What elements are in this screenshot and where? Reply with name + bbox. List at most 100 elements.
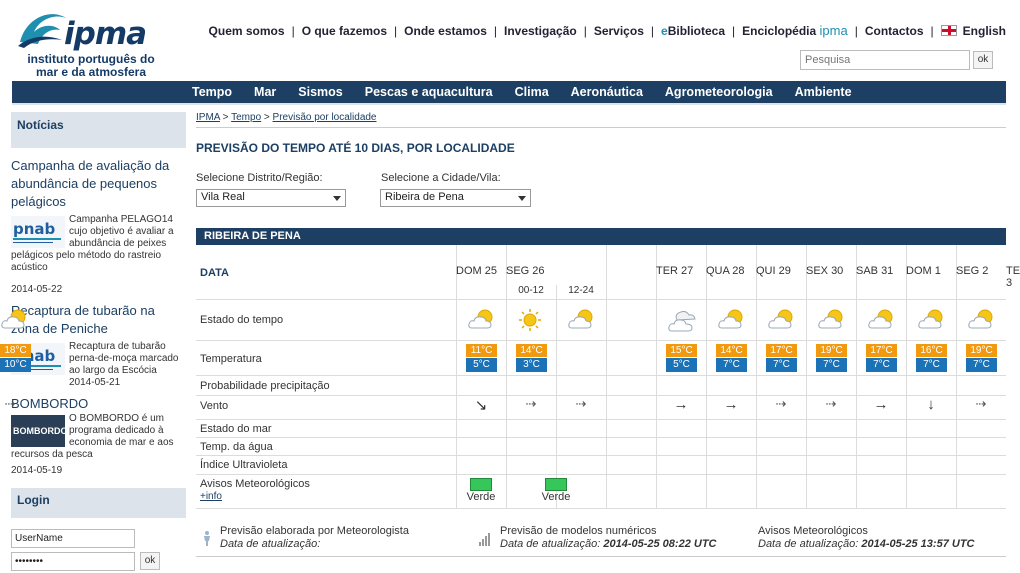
meteorologist-note-title: Previsão elaborada por Meteorologista — [220, 525, 409, 537]
warnings-date-label: Data de atualização: — [758, 538, 859, 550]
topnav-quem-somos[interactable]: Quem somos — [209, 24, 285, 38]
uk-flag-icon[interactable] — [940, 25, 957, 36]
wave-logo-icon — [18, 14, 66, 48]
temp-max: 19°C — [816, 344, 847, 358]
partly-cloudy-icon — [817, 308, 847, 335]
separator: | — [930, 23, 934, 38]
top-navigation: Quem somos | O que fazemos | Onde estamos |… — [209, 23, 1006, 38]
mainnav-mar[interactable]: Mar — [254, 81, 276, 103]
topnav-o-que-fazemos[interactable]: O que fazemos — [302, 24, 387, 38]
login-button[interactable]: ok — [140, 552, 160, 570]
day-header: QUI 29 — [756, 265, 791, 277]
temperature-cell: 15°C 5°C — [666, 344, 697, 372]
ipma-logo[interactable]: ipma instituto português do mar e da atm… — [16, 4, 176, 80]
breadcrumb-ipma[interactable]: IPMA — [196, 112, 220, 123]
day-header: SEG 26 — [506, 265, 545, 277]
mainnav-sismos[interactable]: Sismos — [298, 81, 342, 103]
warnings-date-value: 2014-05-25 13:57 UTC — [861, 538, 975, 550]
temp-min: 5°C — [466, 358, 497, 372]
mainnav-agrometeorologia[interactable]: Agrometeorologia — [665, 81, 773, 103]
news-heading: Notícias — [11, 112, 186, 148]
separator: | — [291, 23, 295, 38]
enciclopedia-brand: ipma — [819, 23, 848, 38]
news-title[interactable]: Campanha de avaliação da abundância de p… — [11, 157, 186, 211]
breadcrumb: IPMA > Tempo > Previsão por localidade — [196, 112, 377, 123]
temp-min: 10°C — [0, 358, 31, 372]
partly-cloudy-icon — [867, 308, 897, 335]
temp-max: 16°C — [916, 344, 947, 358]
partly-cloudy-icon — [567, 308, 597, 335]
topnav-enciclopedia[interactable]: Enciclopédia ipma — [742, 23, 848, 38]
cloudy-icon — [667, 308, 699, 337]
divider — [196, 556, 1006, 557]
password-input[interactable] — [11, 552, 135, 571]
wind-arrow-icon: ⇢ — [575, 396, 587, 411]
day-header: SAB 31 — [856, 265, 894, 277]
temp-max: 11°C — [466, 344, 497, 358]
breadcrumb-previsao[interactable]: Previsão por localidade — [273, 112, 377, 123]
wind-arrow-icon: ↓ — [927, 396, 935, 413]
chevron-down-icon — [333, 196, 341, 201]
city-select[interactable]: Ribeira de Pena — [380, 189, 531, 207]
topnav-english[interactable]: English — [963, 24, 1006, 38]
topnav-investigacao[interactable]: Investigação — [504, 24, 577, 38]
mainnav-pescas[interactable]: Pescas e aquacultura — [365, 81, 493, 103]
mainnav-clima[interactable]: Clima — [515, 81, 549, 103]
temp-max: 17°C — [766, 344, 797, 358]
temperature-cell: 18°C 10°C — [0, 344, 31, 372]
temperature-cell: 17°C 7°C — [866, 344, 897, 372]
temp-min: 7°C — [716, 358, 747, 372]
logo-wordmark: ipma — [64, 16, 147, 52]
meteorologist-note: Previsão elaborada por Meteorologista Da… — [220, 525, 409, 551]
mainnav-ambiente[interactable]: Ambiente — [795, 81, 852, 103]
topnav-onde-estamos[interactable]: Onde estamos — [404, 24, 487, 38]
warnings-note-title: Avisos Meteorológicos — [758, 525, 868, 537]
separator: | — [583, 23, 587, 38]
forecast-location-header: RIBEIRA DE PENA — [196, 228, 1006, 245]
wind-arrow-icon: ↘ — [474, 397, 488, 414]
temp-max: 17°C — [866, 344, 897, 358]
district-select-value: Vila Real — [201, 191, 245, 203]
chevron-down-icon — [518, 196, 526, 201]
wind-arrow-icon: ⇢ — [975, 396, 987, 411]
username-input[interactable] — [11, 529, 135, 548]
temp-max: 14°C — [716, 344, 747, 358]
pnab-logo-image: pnab — [11, 216, 65, 248]
wind-arrow-icon: → — [873, 396, 889, 413]
day-header: TER 27 — [656, 265, 694, 277]
city-label: Selecione a Cidade/Vila: — [381, 172, 501, 184]
temperature-cell: 11°C 5°C — [466, 344, 497, 372]
mainnav-aeronautica[interactable]: Aeronáutica — [571, 81, 643, 103]
separator: | — [493, 23, 497, 38]
temp-max: 19°C — [966, 344, 997, 358]
temp-max: 15°C — [666, 344, 697, 358]
topnav-ebiblioteca[interactable]: eBiblioteca — [661, 24, 725, 38]
wind-arrow-icon: ⇢ — [825, 396, 837, 411]
warning-level-indicator — [545, 478, 567, 491]
separator: | — [854, 23, 858, 38]
models-date-label: Data de atualização: — [500, 538, 601, 550]
warning-level-label: Verde — [541, 491, 571, 503]
day-header: SEX 30 — [806, 265, 844, 277]
sub-period-label: 12-24 — [568, 285, 594, 296]
search-button[interactable]: ok — [973, 51, 993, 69]
temp-min: 7°C — [866, 358, 897, 372]
sunny-icon — [517, 308, 543, 335]
separator: | — [394, 23, 398, 38]
district-label: Selecione Distrito/Região: — [196, 172, 323, 184]
temp-max: 18°C — [0, 344, 31, 358]
partly-cloudy-icon — [967, 308, 997, 335]
partly-cloudy-icon — [767, 308, 797, 335]
mainnav-tempo[interactable]: Tempo — [192, 81, 232, 103]
breadcrumb-tempo[interactable]: Tempo — [231, 112, 261, 123]
topnav-servicos[interactable]: Serviços — [594, 24, 644, 38]
logo-subtitle: instituto português do mar e da atmosfer… — [16, 53, 166, 79]
svg-text:pnab: pnab — [13, 220, 56, 238]
meteorologist-icon — [204, 531, 210, 546]
temp-min: 7°C — [816, 358, 847, 372]
topnav-contactos[interactable]: Contactos — [865, 24, 924, 38]
separator: | — [650, 23, 654, 38]
search-input[interactable] — [800, 50, 970, 70]
wind-arrow-icon: ⇢ — [775, 396, 787, 411]
district-select[interactable]: Vila Real — [196, 189, 346, 207]
